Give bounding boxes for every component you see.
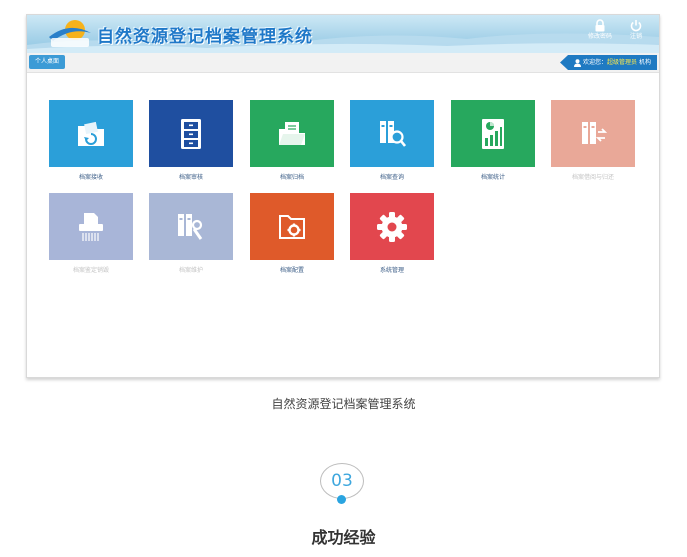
lock-icon — [595, 19, 605, 32]
app-header: 自然资源登记档案管理系统 修改密码 注销 — [27, 15, 659, 53]
tile-label-archive-configuration: 档案配置 — [279, 267, 304, 274]
logo-icon — [49, 20, 91, 47]
binder-exchange-icon — [582, 121, 607, 144]
tile-archive-receive[interactable] — [49, 100, 133, 167]
tile-label-archive-maintenance: 档案维护 — [178, 267, 203, 274]
tile-label-archive-receive: 档案接收 — [78, 174, 103, 181]
tile-archive-appraisal-destroy[interactable] — [49, 193, 133, 260]
tile-archive-filing[interactable] — [250, 100, 334, 167]
user-role: 机构 — [638, 59, 651, 66]
binder-tools-icon — [178, 213, 203, 240]
logout-button[interactable]: 注销 — [619, 19, 653, 41]
welcome-banner: 欢迎您：超级管理员 机构 — [560, 55, 657, 70]
tile-label-system-management: 系统管理 — [379, 267, 404, 274]
tile-label-archive-appraisal-destroy: 档案鉴定销毁 — [72, 267, 109, 274]
welcome-label: 欢迎您： — [583, 59, 608, 66]
gear-icon — [377, 211, 407, 242]
tile-label-archive-review: 档案审核 — [178, 174, 203, 181]
figure-caption: 自然资源登记档案管理系统 — [271, 397, 416, 411]
power-icon — [630, 20, 642, 32]
tile-system-management[interactable] — [350, 193, 434, 260]
shredder-icon — [79, 212, 103, 241]
folder-archive-icon — [279, 121, 305, 145]
tile-label-archive-borrow-return: 档案借阅与归还 — [571, 174, 614, 181]
tile-archive-review[interactable] — [149, 100, 233, 167]
system-screenshot: 自然资源登记档案管理系统 修改密码 注销 个人桌面 欢迎您：超级管理员 机构 档… — [26, 14, 660, 378]
user-name: 超级管理员 — [607, 59, 638, 66]
badge-dot — [337, 495, 346, 504]
app-title: 自然资源登记档案管理系统 — [97, 27, 313, 47]
tile-archive-maintenance[interactable] — [149, 193, 233, 260]
tile-archive-configuration[interactable] — [250, 193, 334, 260]
folder-receive-icon — [78, 121, 104, 146]
section-title: 成功经验 — [311, 528, 376, 547]
tile-archive-borrow-return[interactable] — [551, 100, 635, 167]
binder-search-icon — [380, 120, 406, 147]
section-number-badge: 03 — [320, 463, 364, 499]
tile-archive-query[interactable] — [350, 100, 434, 167]
stats-icon — [482, 118, 504, 149]
folder-settings-icon — [279, 214, 305, 239]
change-password-button[interactable]: 修改密码 — [583, 19, 617, 41]
user-icon — [574, 58, 582, 67]
tile-label-archive-query: 档案查询 — [379, 174, 404, 181]
tile-archive-statistics[interactable] — [451, 100, 535, 167]
cabinet-icon — [181, 118, 201, 149]
tile-label-archive-statistics: 档案统计 — [480, 174, 505, 181]
tile-label-archive-filing: 档案归档 — [279, 174, 304, 181]
sub-toolbar: 个人桌面 欢迎您：超级管理员 机构 — [27, 53, 659, 73]
tab-personal-desktop[interactable]: 个人桌面 — [29, 55, 66, 69]
